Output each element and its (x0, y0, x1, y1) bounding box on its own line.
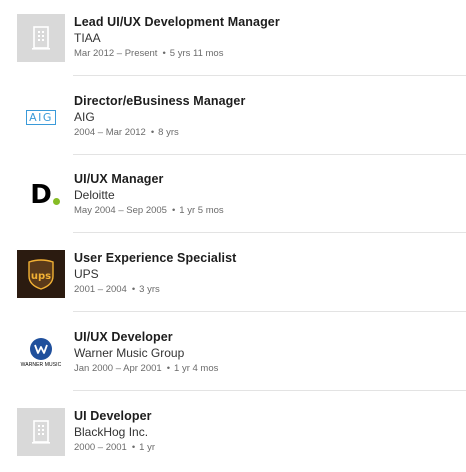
warner-w-badge (30, 338, 52, 360)
date-range: Mar 2012 – Present (74, 48, 158, 59)
job-dates: 2001 – 2004 • 3 yrs (74, 283, 464, 297)
job-dates: Jan 2000 – Apr 2001 • 1 yr 4 mos (74, 362, 464, 376)
ups-logo: ups (28, 259, 54, 290)
date-range: 2001 – 2004 (74, 284, 127, 295)
experience-text: UI/UX Developer Warner Music Group Jan 2… (74, 329, 464, 376)
job-duration: 5 yrs 11 mos (169, 48, 224, 59)
job-title[interactable]: UI/UX Developer (74, 329, 464, 345)
company-name: AIG (74, 110, 95, 124)
divider (73, 311, 466, 312)
separator-dot: • (131, 284, 136, 295)
job-title[interactable]: UI Developer (74, 408, 464, 424)
job-title[interactable]: User Experience Specialist (74, 250, 464, 266)
building-placeholder-icon (32, 26, 50, 50)
experience-text: Lead UI/UX Development Manager TIAA Mar … (74, 14, 464, 61)
company-name: Warner Music Group (74, 346, 185, 360)
company-logo-deloitte[interactable]: D (17, 171, 65, 219)
separator-dot: • (162, 48, 166, 59)
company-logo-ups[interactable]: ups (17, 250, 65, 298)
company-logo-warner-music[interactable]: WARNER MUSIC (17, 329, 65, 377)
job-title[interactable]: UI/UX Manager (74, 171, 464, 187)
date-range: May 2004 – Sep 2005 (74, 205, 167, 216)
building-placeholder-icon (32, 420, 50, 444)
divider (73, 154, 466, 155)
separator-dot: • (131, 442, 136, 453)
warner-w-icon (34, 344, 48, 354)
job-dates: 2004 – Mar 2012 • 8 yrs (74, 126, 464, 140)
company-name: Deloitte (74, 188, 115, 202)
company-name: UPS (74, 267, 99, 281)
experience-text: Director/eBusiness Manager AIG 2004 – Ma… (74, 93, 464, 140)
experience-item-ups[interactable]: ups User Experience Specialist UPS 2001 … (17, 250, 466, 312)
date-range: Jan 2000 – Apr 2001 (74, 363, 162, 374)
deloitte-logo: D (30, 180, 60, 210)
divider (73, 75, 466, 76)
job-duration: 8 yrs (158, 127, 179, 138)
date-range: 2004 – Mar 2012 (74, 127, 146, 138)
company-name: BlackHog Inc. (74, 425, 149, 439)
company-name: TIAA (74, 31, 101, 45)
company-logo-blackhog[interactable] (17, 408, 65, 456)
experience-item-warner-music[interactable]: WARNER MUSIC UI/UX Developer Warner Musi… (17, 329, 466, 391)
company-logo-tiaa[interactable] (17, 14, 65, 62)
warner-logo-text: WARNER MUSIC (20, 362, 62, 368)
job-dates: Mar 2012 – Present • 5 yrs 11 mos (74, 47, 464, 61)
job-dates: 2000 – 2001 • 1 yr (74, 441, 464, 455)
job-title[interactable]: Lead UI/UX Development Manager (74, 14, 464, 30)
job-duration: 1 yr (139, 442, 156, 453)
deloitte-letter: D (30, 180, 52, 210)
company-logo-aig[interactable]: AIG (17, 93, 65, 141)
separator-dot: • (166, 363, 171, 374)
job-title[interactable]: Director/eBusiness Manager (74, 93, 464, 109)
experience-item-deloitte[interactable]: D UI/UX Manager Deloitte May 2004 – Sep … (17, 171, 466, 233)
job-duration: 1 yr 5 mos (179, 205, 224, 216)
date-range: 2000 – 2001 (74, 442, 127, 453)
job-dates: May 2004 – Sep 2005 • 1 yr 5 mos (74, 204, 464, 218)
experience-item-aig[interactable]: AIG Director/eBusiness Manager AIG 2004 … (17, 93, 466, 155)
job-duration: 1 yr 4 mos (174, 363, 219, 374)
experience-text: User Experience Specialist UPS 2001 – 20… (74, 250, 464, 297)
experience-item-blackhog[interactable]: UI Developer BlackHog Inc. 2000 – 2001 • 1… (17, 408, 466, 470)
deloitte-green-dot (52, 198, 60, 205)
separator-dot: • (171, 205, 176, 216)
experience-text: UI/UX Manager Deloitte May 2004 – Sep 20… (74, 171, 464, 218)
ups-logo-text: ups (31, 271, 51, 282)
aig-logo: AIG (26, 109, 56, 125)
experience-text: UI Developer BlackHog Inc. 2000 – 2001 • 1… (74, 408, 464, 455)
separator-dot: • (150, 127, 155, 138)
experience-item-tiaa[interactable]: Lead UI/UX Development Manager TIAA Mar … (17, 14, 466, 76)
job-duration: 3 yrs (139, 284, 160, 295)
divider (73, 390, 466, 391)
warner-music-logo: WARNER MUSIC (21, 338, 62, 368)
divider (73, 232, 466, 233)
